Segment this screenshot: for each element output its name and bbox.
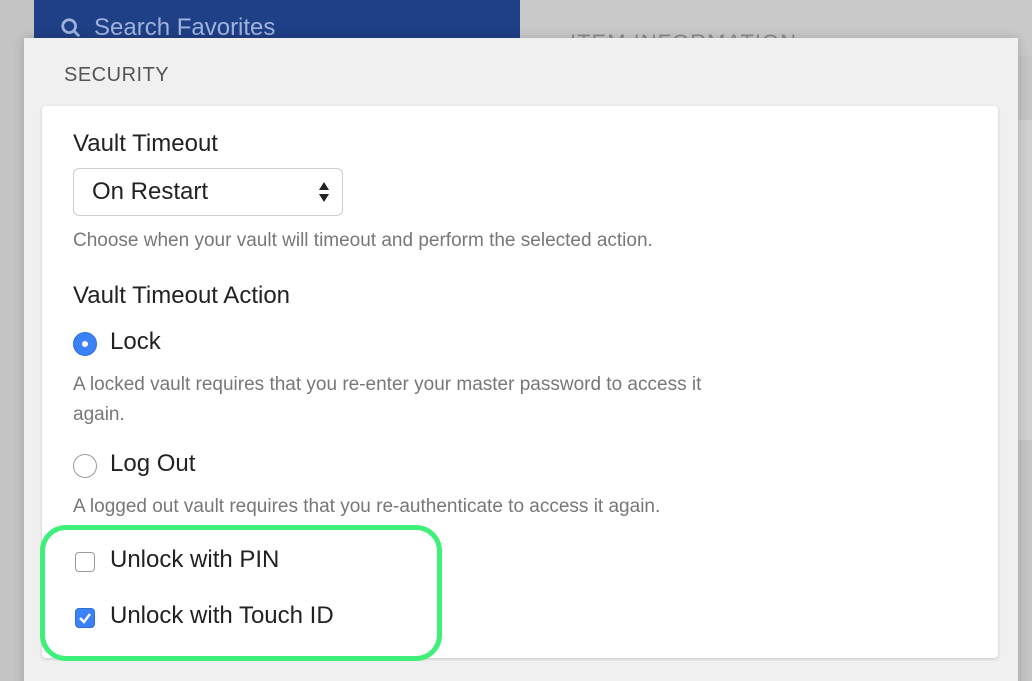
radio-lock-label[interactable]: Lock (110, 328, 161, 356)
timeout-action-label: Vault Timeout Action (73, 282, 291, 309)
radio-log-out-label[interactable]: Log Out (110, 450, 195, 478)
highlight-annotation (40, 525, 442, 661)
search-icon (61, 18, 81, 38)
vault-timeout-select[interactable]: On Restart (73, 168, 343, 216)
log-out-help: A logged out vault requires that you re-… (73, 496, 661, 517)
vault-timeout-help: Choose when your vault will timeout and … (73, 230, 653, 251)
radio-log-out[interactable] (73, 454, 97, 478)
lock-help-line2: again. (73, 404, 125, 425)
radio-lock[interactable] (73, 332, 97, 356)
lock-help-line1: A locked vault requires that you re-ente… (73, 374, 702, 395)
vault-timeout-value: On Restart (92, 178, 209, 205)
vault-timeout-label: Vault Timeout (73, 130, 218, 157)
section-title-security: SECURITY (64, 64, 170, 86)
background-edge (1018, 120, 1032, 440)
select-arrows-icon (319, 182, 329, 202)
